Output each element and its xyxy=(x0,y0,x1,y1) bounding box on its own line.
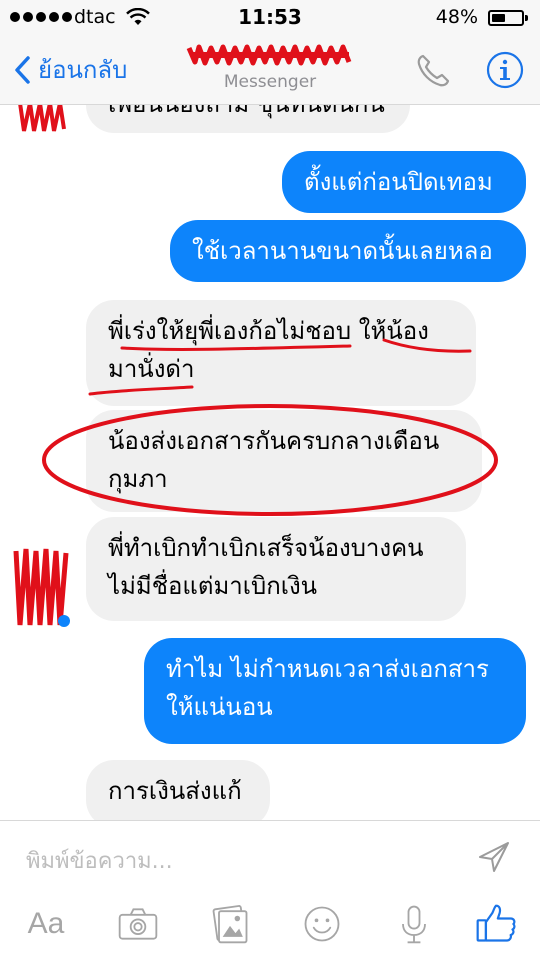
battery-icon xyxy=(488,10,528,26)
voice-button[interactable] xyxy=(390,900,438,948)
sticker-icon xyxy=(304,906,340,942)
red-annotation-markup xyxy=(42,338,498,516)
redacted-contact-name xyxy=(186,44,352,66)
gallery-button[interactable] xyxy=(206,900,254,948)
sticker-button[interactable] xyxy=(298,900,346,948)
composer-toolbar: Aa xyxy=(0,890,540,960)
phone-icon[interactable] xyxy=(414,52,452,90)
text-format-icon: Aa xyxy=(27,907,65,940)
header-subtitle: Messenger xyxy=(223,72,317,92)
message-input[interactable]: พิมพ์ข้อความ... xyxy=(26,843,173,878)
battery-percent: 48% xyxy=(435,6,478,28)
text-format-button[interactable]: Aa xyxy=(22,900,70,948)
camera-icon xyxy=(118,908,158,940)
conversation-header: ย้อนกลับ Messenger xyxy=(0,36,540,105)
gallery-icon xyxy=(212,905,248,944)
message-composer: พิมพ์ข้อความ... xyxy=(0,820,540,891)
status-bar: dtac 11:53 48% xyxy=(0,0,540,36)
info-icon[interactable] xyxy=(486,51,524,89)
send-icon[interactable] xyxy=(474,837,514,877)
camera-button[interactable] xyxy=(114,900,162,948)
message-list[interactable]: เพื่อนน้องถาม ขุนทนตนกน ตั้งแต่ก่อนปิดเท… xyxy=(0,105,540,820)
microphone-icon xyxy=(402,905,426,944)
like-button[interactable] xyxy=(472,900,520,948)
like-icon xyxy=(476,904,516,942)
